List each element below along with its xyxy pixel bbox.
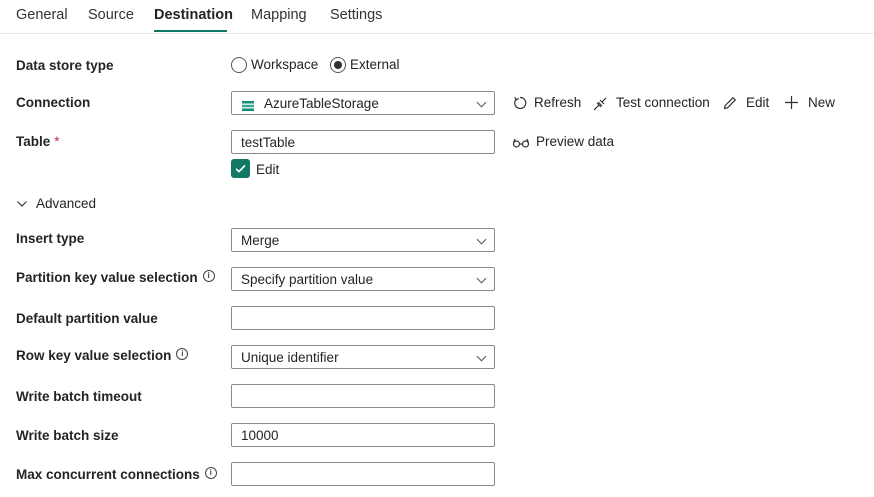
chevron-down-icon (476, 234, 487, 245)
row-key-value: Unique identifier (241, 350, 339, 365)
row-key-label-text: Row key value selection (16, 348, 172, 363)
connection-dropdown[interactable]: AzureTableStorage (231, 91, 495, 115)
chevron-down-icon (476, 351, 487, 362)
plug-icon (593, 97, 607, 111)
table-storage-icon (242, 98, 254, 111)
table-input[interactable]: testTable (231, 130, 495, 154)
table-label-text: Table (16, 134, 51, 149)
chevron-down-icon (17, 201, 27, 207)
table-label: Table * (16, 134, 60, 149)
write-batch-timeout-label: Write batch timeout (16, 389, 142, 404)
tab-general[interactable]: General (16, 7, 68, 23)
tab-mapping[interactable]: Mapping (251, 7, 307, 23)
chevron-down-icon (476, 97, 487, 108)
radio-workspace[interactable] (231, 57, 247, 73)
write-batch-size-label: Write batch size (16, 428, 119, 443)
tab-destination[interactable]: Destination (154, 7, 233, 23)
partition-key-label: Partition key value selection i (16, 270, 215, 285)
insert-type-dropdown[interactable]: Merge (231, 228, 495, 252)
advanced-section-toggle[interactable]: Advanced (16, 196, 96, 211)
info-icon[interactable]: i (204, 467, 217, 479)
preview-data-label: Preview data (536, 134, 615, 149)
write-batch-size-value: 10000 (241, 428, 279, 443)
data-store-type-label: Data store type (16, 58, 114, 73)
edit-connection-button[interactable]: Edit (722, 95, 769, 110)
max-concurrent-label: Max concurrent connections i (16, 467, 217, 482)
partition-key-label-text: Partition key value selection (16, 270, 198, 285)
max-concurrent-input[interactable] (231, 462, 495, 486)
edit-connection-label: Edit (746, 95, 770, 110)
tab-source[interactable]: Source (88, 7, 134, 23)
table-input-value: testTable (241, 135, 296, 150)
partition-key-value: Specify partition value (241, 272, 374, 287)
active-tab-indicator (154, 30, 227, 32)
refresh-label: Refresh (534, 95, 582, 110)
refresh-button[interactable]: Refresh (512, 95, 581, 110)
glasses-icon (512, 138, 530, 148)
connection-value: AzureTableStorage (264, 96, 379, 111)
required-asterisk: * (54, 134, 60, 149)
new-connection-label: New (808, 95, 836, 110)
row-key-label: Row key value selection i (16, 348, 189, 363)
checkmark-icon (235, 164, 246, 173)
radio-external[interactable] (330, 57, 346, 73)
tab-bar: General Source Destination Mapping Setti… (0, 0, 874, 34)
partition-key-dropdown[interactable]: Specify partition value (231, 267, 495, 291)
refresh-icon (514, 96, 527, 110)
max-concurrent-label-text: Max concurrent connections (16, 467, 200, 482)
info-icon[interactable]: i (176, 348, 189, 360)
test-connection-label: Test connection (616, 95, 710, 110)
write-batch-size-input[interactable]: 10000 (231, 423, 495, 447)
radio-workspace-label[interactable]: Workspace (251, 57, 318, 72)
test-connection-button[interactable]: Test connection (592, 95, 710, 111)
edit-table-checkbox-label[interactable]: Edit (256, 162, 279, 177)
default-partition-label: Default partition value (16, 311, 158, 326)
pencil-icon (723, 96, 737, 110)
insert-type-label: Insert type (16, 231, 85, 246)
insert-type-value: Merge (241, 233, 280, 248)
default-partition-input[interactable] (231, 306, 495, 330)
radio-external-label[interactable]: External (350, 57, 400, 72)
info-icon[interactable]: i (202, 270, 215, 282)
connection-label: Connection (16, 95, 91, 110)
chevron-down-icon (476, 273, 487, 284)
tab-settings[interactable]: Settings (330, 7, 382, 23)
advanced-label: Advanced (36, 196, 97, 211)
write-batch-timeout-input[interactable] (231, 384, 495, 408)
row-key-dropdown[interactable]: Unique identifier (231, 345, 495, 369)
edit-table-checkbox[interactable] (231, 159, 250, 178)
plus-icon (785, 96, 798, 109)
preview-data-button[interactable]: Preview data (512, 134, 614, 149)
new-connection-button[interactable]: New (784, 95, 835, 110)
